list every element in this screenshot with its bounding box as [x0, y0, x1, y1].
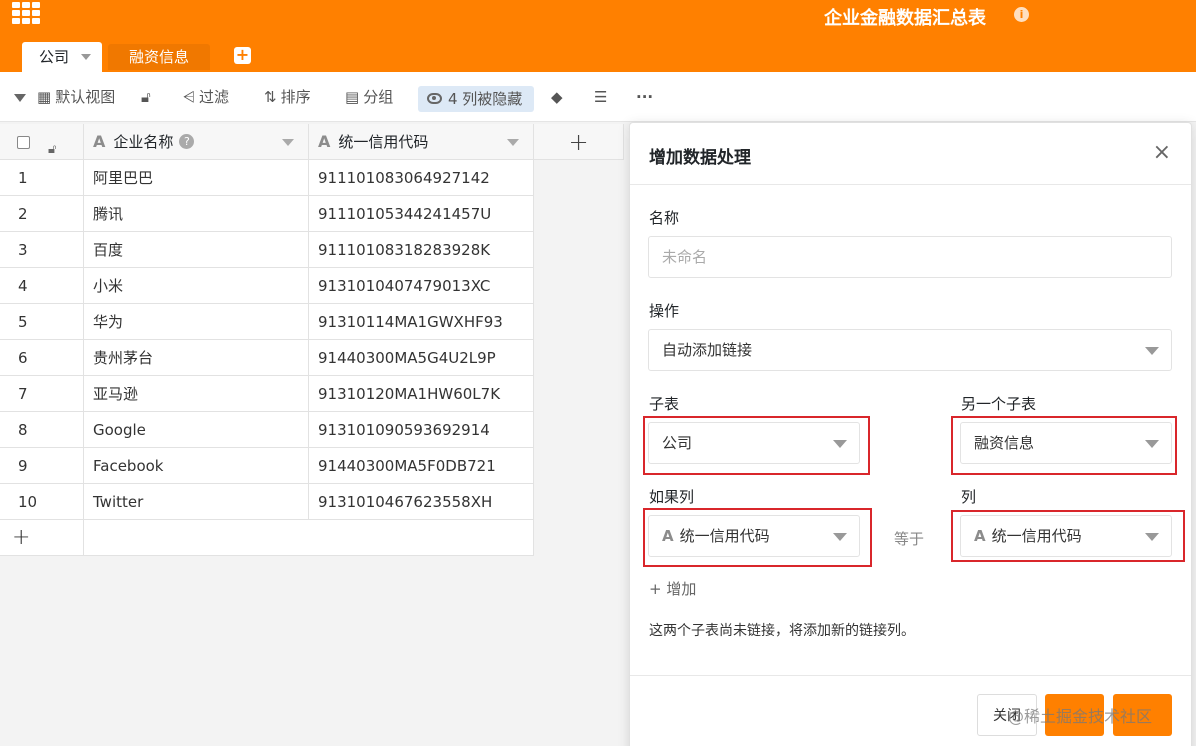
chevron-down-icon [1145, 347, 1159, 355]
company-name-cell[interactable]: 华为 [84, 304, 309, 340]
row-number: 2 [0, 196, 84, 232]
column-label: 列 [961, 488, 977, 506]
equals-label: 等于 [894, 530, 925, 548]
sort-icon: ⇅ [264, 88, 277, 106]
sort-button[interactable]: ⇅ 排序 [264, 72, 311, 122]
company-name-cell[interactable]: 贵州茅台 [84, 340, 309, 376]
more-icon[interactable]: ··· [636, 72, 653, 122]
view-button[interactable]: ▦ 默认视图 [37, 72, 115, 122]
credit-code-cell[interactable]: 91310120MA1HW60L7K [309, 376, 534, 412]
operation-label: 操作 [649, 302, 680, 320]
company-name-cell[interactable]: Facebook [84, 448, 309, 484]
add-row-button[interactable]: + [0, 520, 84, 556]
chevron-down-icon [833, 440, 847, 448]
app-header: 企业金融数据汇总表 i 公司 融资信息 + [0, 0, 1196, 72]
column-header-name[interactable]: A 企业名称? [84, 124, 309, 160]
add-data-process-dialog: 增加数据处理 × 名称 未命名 操作 自动添加链接 子表 公司 另一个子表 融资… [629, 122, 1192, 746]
row-number: 9 [0, 448, 84, 484]
chevron-down-icon [833, 533, 847, 541]
row-number: 7 [0, 376, 84, 412]
chevron-down-icon [1145, 533, 1159, 541]
watermark: @稀土掘金技术社区 [1008, 707, 1153, 726]
row-number: 4 [0, 268, 84, 304]
add-condition-button[interactable]: + 增加 [649, 578, 696, 599]
row-number: 8 [0, 412, 84, 448]
tab-financing[interactable]: 融资信息 [108, 44, 210, 70]
credit-code-cell[interactable]: 911101083064927142 [309, 160, 534, 196]
eye-icon [427, 93, 442, 104]
plus-icon: + [649, 580, 662, 598]
credit-code-cell[interactable]: 913101090593692914 [309, 412, 534, 448]
company-name-cell[interactable]: 阿里巴巴 [84, 160, 309, 196]
sub-table-select[interactable]: 公司 [648, 422, 860, 464]
row-number: 1 [0, 160, 84, 196]
group-icon: ▤ [345, 88, 360, 106]
tab-label: 公司 [39, 48, 70, 66]
help-icon[interactable]: ? [179, 134, 195, 149]
row-number: 5 [0, 304, 84, 340]
dialog-header: 增加数据处理 × [630, 123, 1191, 185]
if-column-select[interactable]: A 统一信用代码 [648, 515, 860, 557]
credit-code-cell[interactable]: 91110105344241457U [309, 196, 534, 232]
empty-cell [84, 520, 534, 556]
chevron-down-icon[interactable] [507, 139, 519, 146]
credit-code-cell[interactable]: 91310114MA1GWXHF93 [309, 304, 534, 340]
company-name-cell[interactable]: 百度 [84, 232, 309, 268]
header-select-cell: 🔓︎ [0, 124, 84, 160]
company-name-cell[interactable]: Google [84, 412, 309, 448]
operation-select[interactable]: 自动添加链接 [648, 329, 1172, 371]
text-field-icon: A [974, 527, 986, 545]
add-column-button[interactable]: + [534, 124, 624, 160]
row-number: 10 [0, 484, 84, 520]
credit-code-cell[interactable]: 91110108318283928K [309, 232, 534, 268]
hidden-columns-button[interactable]: 4 列被隐藏 [418, 86, 534, 112]
select-all-checkbox[interactable] [17, 136, 30, 149]
company-name-cell[interactable]: 腾讯 [84, 196, 309, 232]
row-height-icon[interactable]: ☰ [594, 72, 607, 122]
apps-grid-icon[interactable] [12, 2, 46, 24]
sub-table-label: 子表 [649, 395, 680, 413]
other-table-select[interactable]: 融资信息 [960, 422, 1172, 464]
lock-icon[interactable]: 🔓︎ [141, 72, 151, 122]
row-number: 6 [0, 340, 84, 376]
name-input[interactable]: 未命名 [648, 236, 1172, 278]
column-header-code[interactable]: A 统一信用代码 [309, 124, 534, 160]
group-button[interactable]: ▤ 分组 [345, 72, 393, 122]
close-icon[interactable]: × [1153, 142, 1171, 164]
link-note: 这两个子表尚未链接，将添加新的链接列。 [649, 623, 915, 639]
text-field-icon: A [93, 132, 106, 151]
if-column-label: 如果列 [649, 488, 695, 506]
company-name-cell[interactable]: 小米 [84, 268, 309, 304]
filter-button[interactable]: ⩤ 过滤 [183, 72, 229, 122]
row-number: 3 [0, 232, 84, 268]
other-table-label: 另一个子表 [961, 395, 1037, 413]
credit-code-cell[interactable]: 91440300MA5G4U2L9P [309, 340, 534, 376]
info-icon[interactable]: i [1014, 7, 1029, 22]
fill-color-icon[interactable]: ◆ [551, 72, 563, 122]
credit-code-cell[interactable]: 91440300MA5F0DB721 [309, 448, 534, 484]
tab-company[interactable]: 公司 [22, 42, 102, 72]
dialog-title: 增加数据处理 [649, 148, 751, 168]
credit-code-cell[interactable]: 9131010407479013XC [309, 268, 534, 304]
credit-code-cell[interactable]: 9131010467623558XH [309, 484, 534, 520]
text-field-icon: A [662, 527, 674, 545]
app-title: 企业金融数据汇总表 [824, 8, 986, 29]
chevron-down-icon [1145, 440, 1159, 448]
chevron-down-icon[interactable] [282, 139, 294, 146]
toolbar: ▦ 默认视图 🔓︎ ⩤ 过滤 ⇅ 排序 ▤ 分组 ◆ ☰ ··· [0, 72, 1196, 122]
filter-icon: ⩤ [183, 88, 196, 106]
dialog-footer-divider [630, 675, 1191, 676]
text-field-icon: A [318, 132, 331, 151]
company-name-cell[interactable]: 亚马逊 [84, 376, 309, 412]
column-select[interactable]: A 统一信用代码 [960, 515, 1172, 557]
name-label: 名称 [649, 209, 680, 227]
chevron-down-icon[interactable] [81, 54, 91, 60]
table-icon: ▦ [37, 88, 52, 106]
company-name-cell[interactable]: Twitter [84, 484, 309, 520]
caret-down-icon[interactable] [14, 94, 26, 102]
add-tab-icon[interactable]: + [234, 47, 251, 64]
